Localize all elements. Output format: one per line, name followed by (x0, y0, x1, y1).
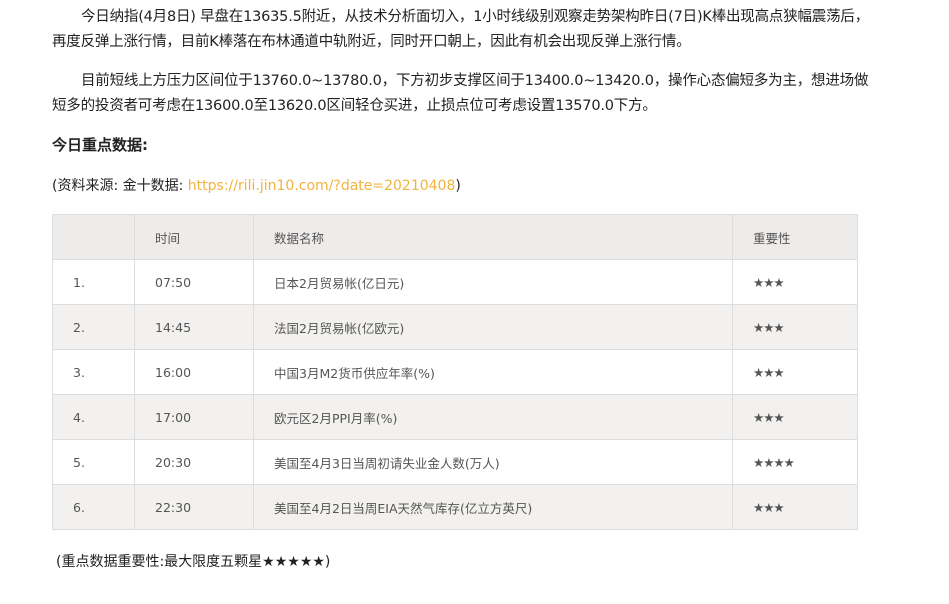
row-importance: ★★★ (732, 484, 858, 530)
row-data-name: 美国至4月3日当周初请失业金人数(万人) (253, 439, 733, 485)
row-importance: ★★★ (732, 394, 858, 440)
key-data-table: 时间 数据名称 重要性 1. 07:50 日本2月贸易帐(亿日元) ★★★ 2.… (52, 214, 858, 530)
row-index: 3. (52, 349, 135, 395)
row-time: 07:50 (134, 259, 254, 305)
row-time: 17:00 (134, 394, 254, 440)
row-time: 14:45 (134, 304, 254, 350)
row-index: 5. (52, 439, 135, 485)
data-source: (资料来源: 金十数据: https://rili.jin10.com/?dat… (52, 174, 461, 198)
row-index: 2. (52, 304, 135, 350)
header-data-name: 数据名称 (253, 214, 733, 260)
source-prefix: (资料来源: 金十数据: (52, 178, 188, 194)
table-header-row: 时间 数据名称 重要性 (52, 214, 858, 260)
row-index: 6. (52, 484, 135, 530)
row-time: 20:30 (134, 439, 254, 485)
row-index: 4. (52, 394, 135, 440)
source-link[interactable]: https://rili.jin10.com/?date=20210408 (188, 178, 456, 194)
row-importance: ★★★ (732, 259, 858, 305)
key-data-heading: 今日重点数据: (52, 136, 148, 154)
table-row: 2. 14:45 法国2月贸易帐(亿欧元) ★★★ (52, 304, 858, 350)
header-importance: 重要性 (732, 214, 858, 260)
table-row: 3. 16:00 中国3月M2货币供应年率(%) ★★★ (52, 349, 858, 395)
importance-footnote: (重点数据重要性:最大限度五颗星★★★★★) (56, 554, 331, 570)
row-data-name: 美国至4月2日当周EIA天然气库存(亿立方英尺) (253, 484, 733, 530)
row-importance: ★★★ (732, 349, 858, 395)
source-suffix: ) (455, 178, 461, 194)
row-importance: ★★★★ (732, 439, 858, 485)
table-row: 5. 20:30 美国至4月3日当周初请失业金人数(万人) ★★★★ (52, 439, 858, 485)
table-row: 6. 22:30 美国至4月2日当周EIA天然气库存(亿立方英尺) ★★★ (52, 484, 858, 530)
header-time: 时间 (134, 214, 254, 260)
header-index (52, 214, 135, 260)
table-row: 1. 07:50 日本2月贸易帐(亿日元) ★★★ (52, 259, 858, 305)
row-time: 22:30 (134, 484, 254, 530)
analysis-paragraph-1: 今日纳指(4月8日) 早盘在13635.5附近，从技术分析面切入，1小时线级别观… (52, 9, 870, 50)
table-row: 4. 17:00 欧元区2月PPI月率(%) ★★★ (52, 394, 858, 440)
article-page: 今日纳指(4月8日) 早盘在13635.5附近，从技术分析面切入，1小时线级别观… (0, 0, 949, 604)
row-importance: ★★★ (732, 304, 858, 350)
row-index: 1. (52, 259, 135, 305)
analysis-paragraph-2: 目前短线上方压力区间位于13760.0~13780.0，下方初步支撑区间于134… (52, 73, 869, 114)
row-time: 16:00 (134, 349, 254, 395)
row-data-name: 中国3月M2货币供应年率(%) (253, 349, 733, 395)
row-data-name: 欧元区2月PPI月率(%) (253, 394, 733, 440)
row-data-name: 法国2月贸易帐(亿欧元) (253, 304, 733, 350)
row-data-name: 日本2月贸易帐(亿日元) (253, 259, 733, 305)
